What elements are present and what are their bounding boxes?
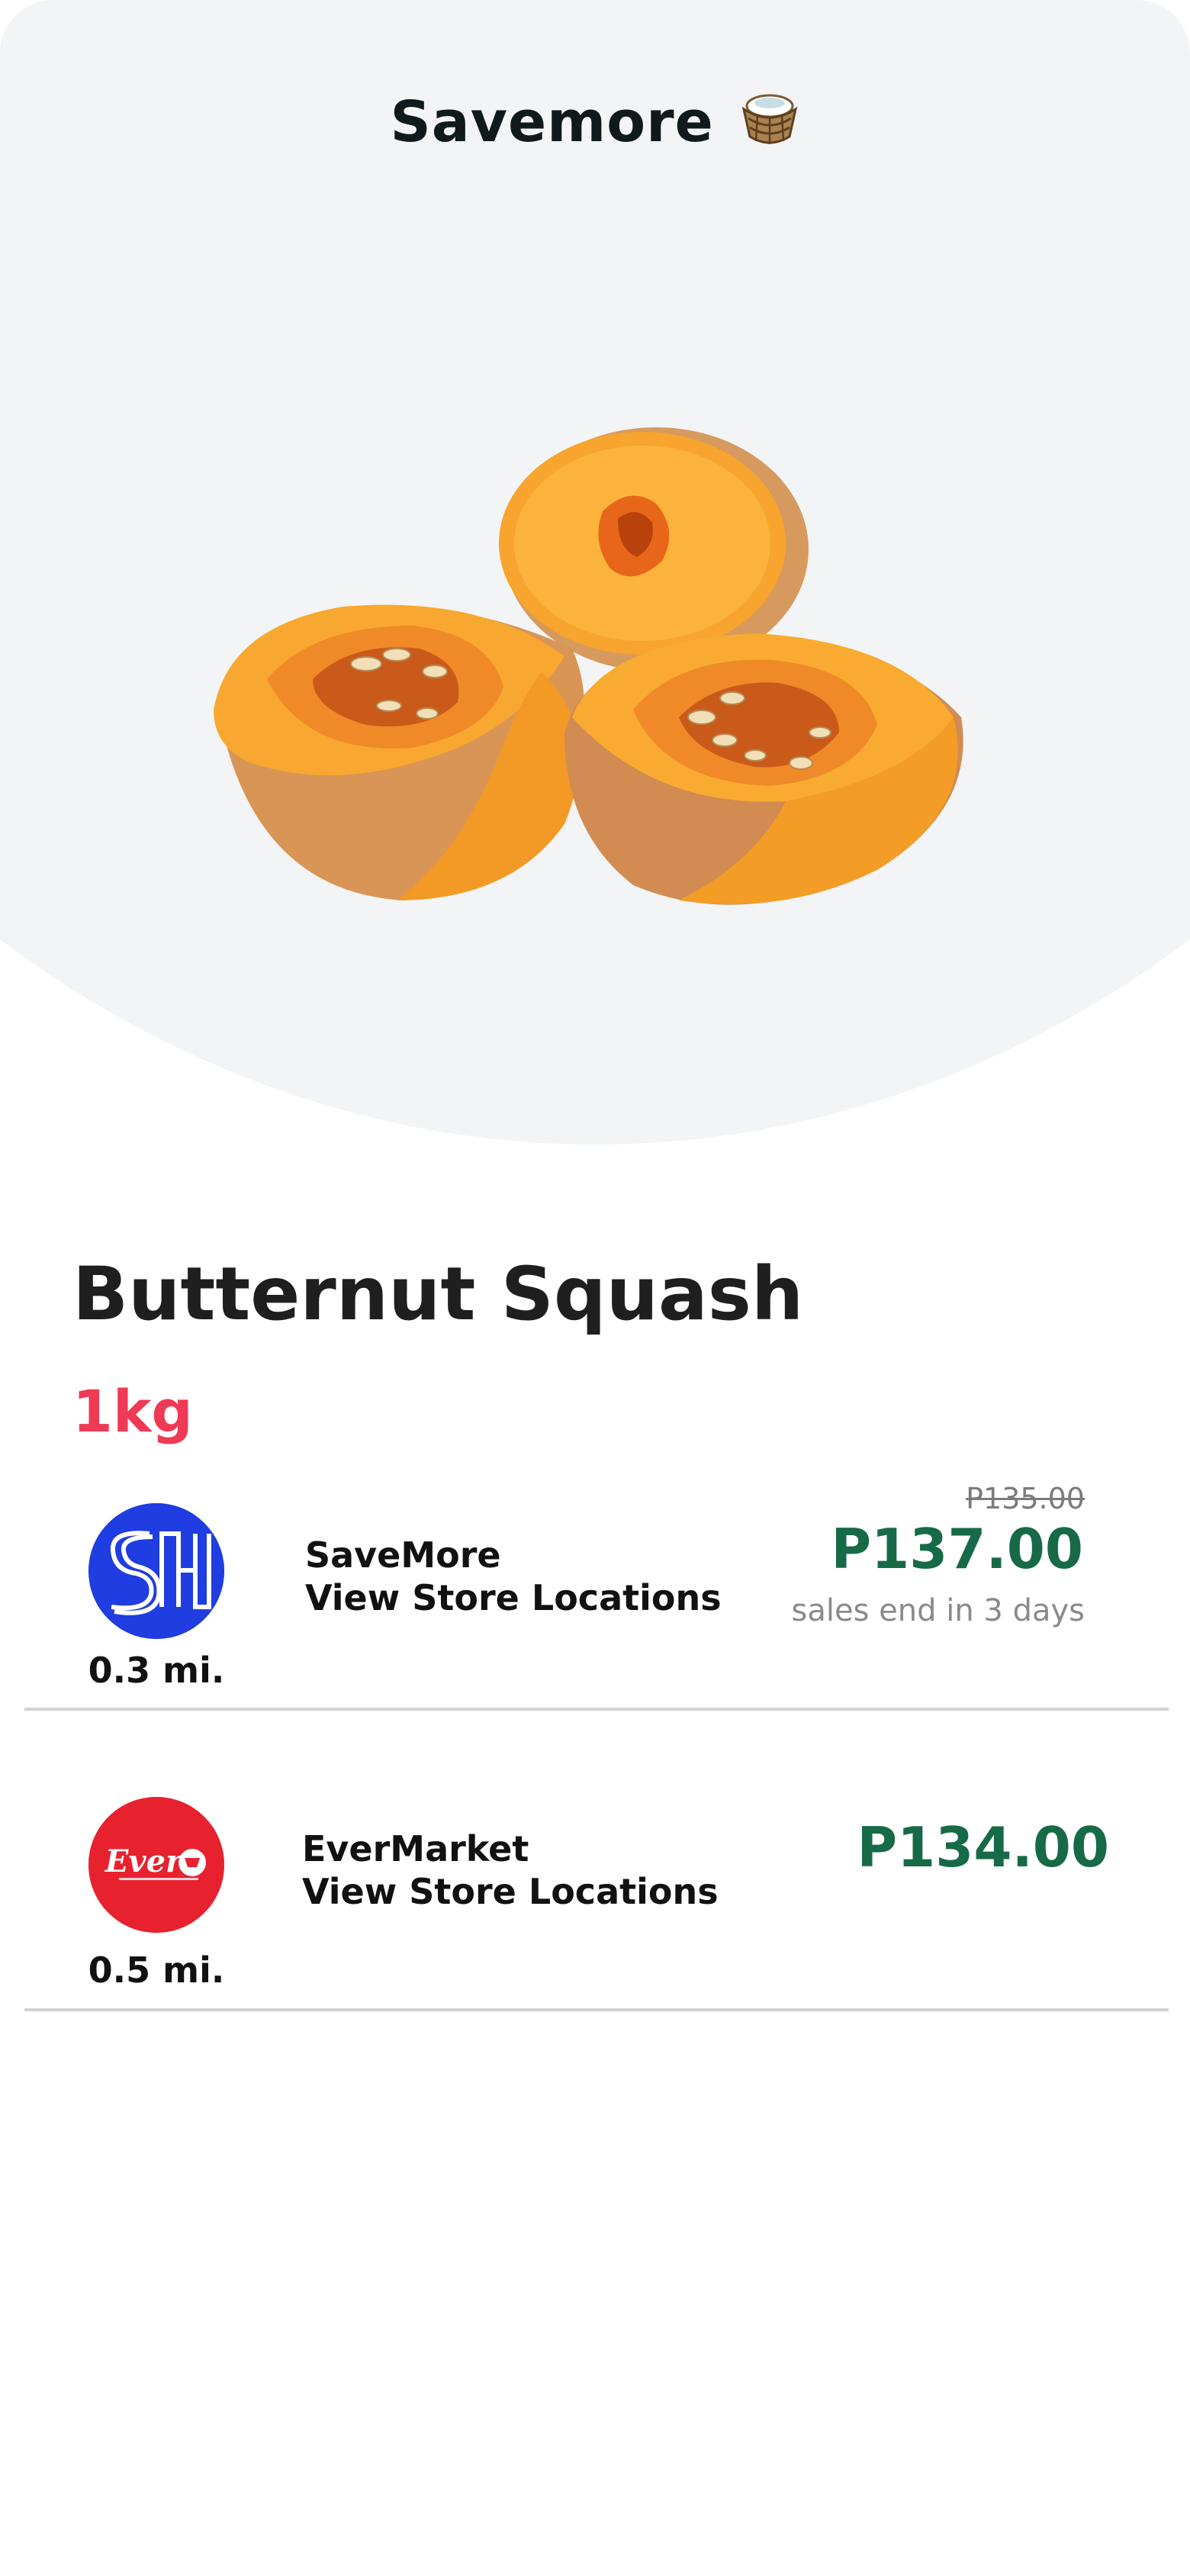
product-hero: Savemore [0, 0, 1190, 1145]
store-row-savemore[interactable]: 0.3 mi. SaveMore View Store Locations P1… [24, 1482, 1169, 1711]
basket-icon [739, 88, 800, 159]
evermarket-logo: Ever [88, 1797, 224, 1933]
store-name: SaveMore [305, 1534, 501, 1576]
original-price: P135.00 [966, 1482, 1085, 1515]
savemore-logo [88, 1503, 224, 1639]
view-store-locations-link[interactable]: View Store Locations [305, 1576, 722, 1619]
store-info: EverMarket View Store Locations [302, 1827, 719, 1913]
store-distance: 0.5 mi. [88, 1950, 225, 1991]
product-name: Butternut Squash [72, 1251, 804, 1337]
view-store-locations-link[interactable]: View Store Locations [302, 1870, 719, 1913]
store-name: EverMarket [302, 1828, 529, 1869]
product-size: 1kg [72, 1377, 193, 1445]
store-info: SaveMore View Store Locations [305, 1534, 722, 1619]
butternut-squash-image [206, 397, 999, 946]
ever-logo-text: Ever [105, 1843, 184, 1879]
sale-end-note: sales end in 3 days [791, 1593, 1085, 1628]
store-distance: 0.3 mi. [88, 1650, 225, 1691]
store-row-evermarket[interactable]: Ever 0.5 mi. EverMarket View Store Locat… [24, 1797, 1169, 2011]
store-price: P134.00 [857, 1815, 1109, 1879]
page-title-text: Savemore [390, 89, 714, 155]
page-title: Savemore [0, 88, 1190, 159]
store-price: P137.00 [831, 1517, 1083, 1581]
